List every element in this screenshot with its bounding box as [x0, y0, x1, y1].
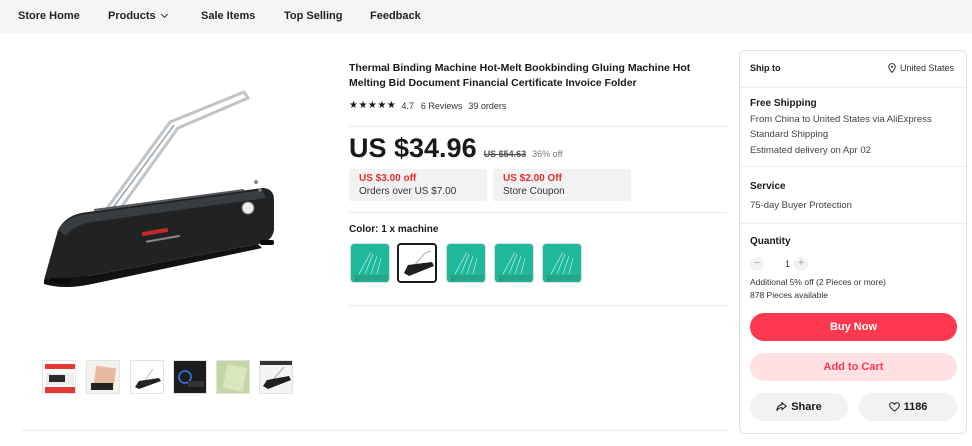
product-title: Thermal Binding Machine Hot-Melt Bookbin…: [349, 62, 691, 89]
binding-machine-illustration: [44, 90, 274, 287]
nav-products-label: Products: [108, 10, 156, 22]
thumbnail-6[interactable]: [259, 360, 293, 394]
quantity-input[interactable]: 1: [785, 257, 790, 271]
thumbnail-4[interactable]: [173, 360, 207, 394]
color-label: Color: 1 x machine: [349, 224, 439, 235]
orders-count: 39 orders: [468, 100, 507, 111]
nav-products[interactable]: Products: [108, 10, 168, 22]
coupon-2[interactable]: US $2.00 Off Store Coupon: [493, 169, 631, 201]
share-button[interactable]: Share: [750, 393, 848, 421]
purchase-panel: Ship to United States Free Shipping From…: [739, 50, 967, 434]
coupon-1-amount: US $3.00 off: [359, 173, 417, 184]
coupon-1[interactable]: US $3.00 off Orders over US $7.00: [349, 169, 487, 201]
shipping-method: Standard Shipping: [750, 129, 829, 140]
shipping-route: From China to United States via AliExpre…: [750, 114, 932, 125]
price-row: US $34.96 US $54.63 36% off: [349, 133, 562, 164]
divider-mid: [349, 212, 727, 213]
quantity-increase-button[interactable]: +: [794, 257, 808, 271]
heart-icon: [888, 402, 900, 412]
coupon-1-condition: Orders over US $7.00: [359, 186, 457, 197]
main-product-image[interactable]: [22, 70, 296, 322]
ship-to-label: Ship to: [750, 63, 781, 73]
original-price: US $54.63: [483, 149, 527, 159]
wishlist-count: 1186: [903, 401, 928, 413]
divider-top: [349, 126, 727, 127]
map-pin-icon: [888, 63, 896, 73]
service-value: 75-day Buyer Protection: [750, 200, 852, 211]
service-label: Service: [750, 181, 786, 192]
discount-percent: 36% off: [532, 149, 563, 159]
divider-page: [22, 430, 727, 431]
panel-separator-3: [740, 223, 966, 224]
color-swatch-4[interactable]: [494, 243, 534, 283]
thumbnail-1[interactable]: [42, 360, 76, 394]
thumbnail-2[interactable]: [86, 360, 120, 394]
store-nav-bar: Store Home Products Sale Items Top Selli…: [0, 0, 972, 33]
nav-store-home[interactable]: Store Home: [18, 10, 80, 22]
panel-separator-2: [740, 166, 966, 167]
color-swatch-3[interactable]: [446, 243, 486, 283]
buy-now-button[interactable]: Buy Now: [750, 313, 957, 341]
share-label: Share: [791, 401, 822, 413]
free-shipping-label: Free Shipping: [750, 98, 817, 109]
thumbnail-3[interactable]: [130, 360, 164, 394]
estimated-delivery: Estimated delivery on Apr 02: [750, 145, 871, 156]
chevron-down-icon: [160, 10, 168, 19]
color-swatch-2-selected[interactable]: [397, 243, 437, 283]
stock-available: 878 Pieces available: [750, 290, 828, 300]
reviews-link[interactable]: 6 Reviews: [421, 101, 463, 111]
color-swatch-5[interactable]: [542, 243, 582, 283]
quantity-decrease-button[interactable]: −: [750, 257, 764, 271]
ship-to-country: United States: [899, 63, 954, 73]
divider-bottom: [349, 305, 727, 306]
coupon-2-condition: Store Coupon: [503, 186, 565, 197]
share-icon: [776, 402, 788, 412]
nav-sale-items[interactable]: Sale Items: [201, 10, 255, 22]
rating-stars: ★★★★★: [349, 100, 397, 111]
quantity-label: Quantity: [750, 236, 791, 247]
rating-row: ★★★★★ 4.7 6 Reviews 39 orders: [349, 100, 506, 111]
nav-top-selling[interactable]: Top Selling: [284, 10, 342, 22]
ship-to-selector[interactable]: United States: [888, 63, 954, 73]
thumbnail-5[interactable]: [216, 360, 250, 394]
wishlist-button[interactable]: 1186: [859, 393, 957, 421]
current-price: US $34.96: [349, 133, 477, 163]
add-to-cart-button[interactable]: Add to Cart: [750, 353, 957, 381]
nav-feedback[interactable]: Feedback: [370, 10, 421, 22]
color-swatch-1[interactable]: [350, 243, 390, 283]
coupon-2-amount: US $2.00 Off: [503, 173, 562, 184]
bulk-discount-note: Additional 5% off (2 Pieces or more): [750, 277, 886, 287]
rating-value: 4.7: [401, 100, 414, 111]
panel-separator-1: [740, 87, 966, 88]
